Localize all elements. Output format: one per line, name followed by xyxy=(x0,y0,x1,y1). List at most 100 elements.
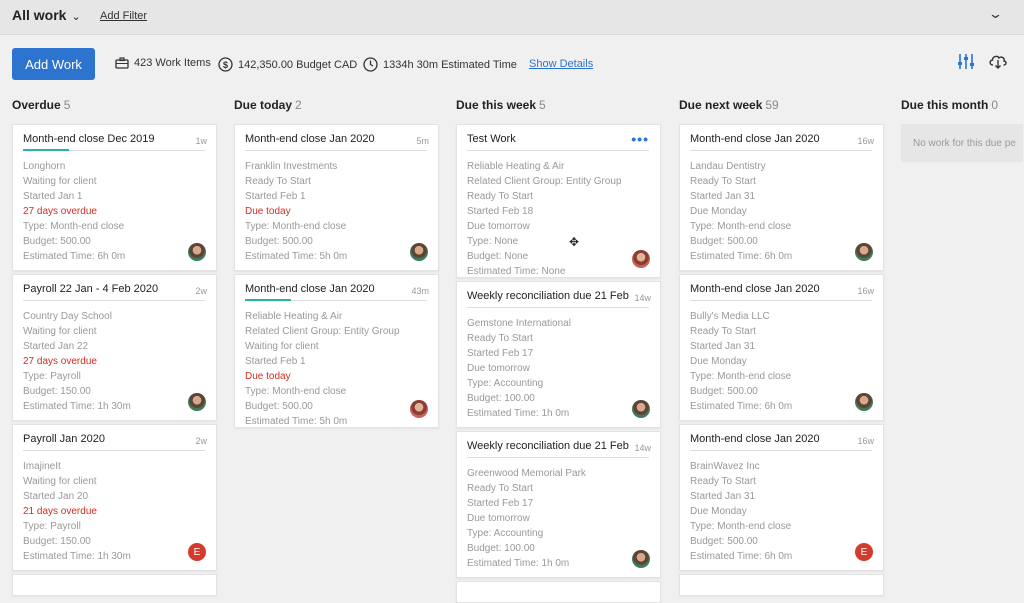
card-detail-line: Ready To Start xyxy=(467,191,533,202)
assignee-avatar[interactable] xyxy=(410,243,428,261)
card-detail-line: BrainWavez Inc xyxy=(690,461,760,472)
card-title[interactable]: Month-end close Jan 2020 xyxy=(690,283,820,295)
card-detail-line: Estimated Time: 6h 0m xyxy=(690,551,793,562)
work-card[interactable]: Weekly reconciliation due 21 Feb 14w Gemst… xyxy=(456,281,661,428)
progress-track xyxy=(690,150,872,151)
assignee-avatar[interactable] xyxy=(410,400,428,418)
card-detail-line: Country Day School xyxy=(23,311,112,322)
add-work-button[interactable]: Add Work xyxy=(12,48,95,80)
card-detail-line: Ready To Start xyxy=(245,176,311,187)
card-detail-line: Reliable Heating & Air xyxy=(467,161,565,172)
collapse-chevron-icon[interactable]: ⌄ xyxy=(988,6,1003,22)
assignee-avatar[interactable] xyxy=(855,243,873,261)
card-details: Bully's Media LLC Ready To Start Started J… xyxy=(690,309,792,414)
card-detail-line: Started Feb 18 xyxy=(467,206,534,217)
card-detail-line: Budget: 500.00 xyxy=(245,401,313,412)
card-title[interactable]: Month-end close Dec 2019 xyxy=(23,133,154,145)
work-card[interactable]: Month-end close Jan 2020 16w Bully's Media… xyxy=(679,274,884,421)
show-details-link[interactable]: Show Details xyxy=(529,58,593,70)
work-card-partial[interactable] xyxy=(679,574,884,596)
card-title[interactable]: Payroll Jan 2020 xyxy=(23,433,105,445)
card-detail-line: Type: Month-end close xyxy=(690,221,792,232)
work-card[interactable]: Month-end close Dec 2019 1w Longhorn Waitin… xyxy=(12,124,217,271)
view-selector[interactable]: All work ⌄ xyxy=(12,7,81,23)
work-card-partial[interactable] xyxy=(456,581,661,603)
progress-track xyxy=(23,450,205,451)
card-detail-line: Started Feb 1 xyxy=(245,191,306,202)
column-count: 59 xyxy=(765,98,779,112)
card-detail-line: Gemstone International xyxy=(467,318,571,329)
card-detail-line: 27 days overdue xyxy=(23,356,97,367)
budget-total: 142,350.00 Budget CAD xyxy=(238,58,358,71)
work-card-partial[interactable] xyxy=(12,574,217,596)
card-detail-line: Estimated Time: 1h 0m xyxy=(467,408,570,419)
card-details: Country Day School Waiting for client Star… xyxy=(23,309,131,414)
assignee-avatar[interactable] xyxy=(188,393,206,411)
card-title[interactable]: Payroll 22 Jan - 4 Feb 2020 xyxy=(23,283,158,295)
work-card[interactable]: Month-end close Jan 2020 16w Landau Dentis… xyxy=(679,124,884,271)
work-card[interactable]: Weekly reconciliation due 21 Feb 14w Green… xyxy=(456,431,661,578)
work-card[interactable]: Month-end close Jan 2020 43m Reliable Heat… xyxy=(234,274,439,428)
assignee-avatar[interactable]: E xyxy=(188,543,206,561)
column-due-this-month: Due this month 0 No work for this due pe xyxy=(901,98,1024,162)
more-options-icon[interactable]: ••• xyxy=(631,131,649,147)
card-details: Longhorn Waiting for client Started Jan 1 2… xyxy=(23,159,125,264)
work-card[interactable]: Test Work ••• Reliable Heating & Air Relate… xyxy=(456,124,661,278)
dollar-icon: $ xyxy=(218,57,233,72)
card-detail-line: Started Jan 31 xyxy=(690,341,756,352)
assignee-avatar[interactable]: E xyxy=(855,543,873,561)
card-detail-line: Estimated Time: 5h 0m xyxy=(245,416,348,427)
add-filter-link[interactable]: Add Filter xyxy=(100,10,147,22)
cloud-download-icon[interactable] xyxy=(988,53,1008,69)
work-card[interactable]: Month-end close Jan 2020 16w BrainWavez In… xyxy=(679,424,884,571)
card-detail-line: Started Jan 31 xyxy=(690,191,756,202)
card-age: 1w xyxy=(195,136,207,146)
empty-column-message: No work for this due pe xyxy=(901,124,1023,162)
card-detail-line: Waiting for client xyxy=(23,476,97,487)
card-title[interactable]: Month-end close Jan 2020 xyxy=(690,433,820,445)
work-items-stat: 423 Work Items xyxy=(115,57,211,69)
card-details: Franklin Investments Ready To Start Starte… xyxy=(245,159,347,264)
card-detail-line: Type: Month-end close xyxy=(690,371,792,382)
card-detail-line: Due tomorrow xyxy=(467,513,530,524)
card-detail-line: Budget: 500.00 xyxy=(23,236,91,247)
column-header: Due today 2 xyxy=(234,98,439,120)
card-title[interactable]: Weekly reconciliation due 21 Feb xyxy=(467,440,629,452)
budget-stat: $ 142,350.00 Budget CAD xyxy=(218,57,357,72)
column-due-this-week: Due this week 5 Test Work ••• Reliable Heati… xyxy=(456,98,661,603)
card-title[interactable]: Test Work xyxy=(467,133,516,145)
card-detail-line: ImajineIt xyxy=(23,461,61,472)
work-card[interactable]: Month-end close Jan 2020 5m Franklin Inves… xyxy=(234,124,439,271)
card-detail-line: Type: Accounting xyxy=(467,528,544,539)
card-title[interactable]: Weekly reconciliation due 21 Feb xyxy=(467,290,629,302)
card-detail-line: Budget: 150.00 xyxy=(23,386,91,397)
column-count: 5 xyxy=(539,98,546,112)
work-card[interactable]: Payroll Jan 2020 2w ImajineIt Waiting for c… xyxy=(12,424,217,571)
work-items-count: 423 Work Items xyxy=(134,57,211,69)
progress-fill xyxy=(23,149,69,151)
card-detail-line: Ready To Start xyxy=(467,483,533,494)
progress-track xyxy=(23,300,205,301)
card-detail-line: Type: Payroll xyxy=(23,521,81,532)
card-title[interactable]: Month-end close Jan 2020 xyxy=(245,283,375,295)
assignee-avatar[interactable] xyxy=(632,400,650,418)
card-title[interactable]: Month-end close Jan 2020 xyxy=(245,133,375,145)
card-detail-line: Started Jan 1 xyxy=(23,191,83,202)
column-count: 5 xyxy=(63,98,71,112)
card-detail-line: Greenwood Memorial Park xyxy=(467,468,586,479)
assignee-avatar[interactable] xyxy=(632,550,650,568)
assignee-avatar[interactable] xyxy=(188,243,206,261)
assignee-avatar[interactable] xyxy=(855,393,873,411)
card-detail-line: Due today xyxy=(245,206,291,217)
card-detail-line: Estimated Time: 6h 0m xyxy=(23,251,126,262)
toolbar: Add Work 423 Work Items $ 142,350.00 Bud… xyxy=(0,35,1024,91)
assignee-avatar[interactable] xyxy=(632,250,650,268)
filter-sliders-icon[interactable] xyxy=(957,53,975,70)
card-title[interactable]: Month-end close Jan 2020 xyxy=(690,133,820,145)
work-card[interactable]: Payroll 22 Jan - 4 Feb 2020 2w Country Day… xyxy=(12,274,217,421)
card-age: 14w xyxy=(634,443,651,453)
card-detail-line: Estimated Time: 1h 0m xyxy=(467,558,570,569)
progress-track xyxy=(245,150,427,151)
card-details: Reliable Heating & Air Related Client Gro… xyxy=(467,159,622,279)
move-cursor-icon: ✥ xyxy=(569,235,580,249)
